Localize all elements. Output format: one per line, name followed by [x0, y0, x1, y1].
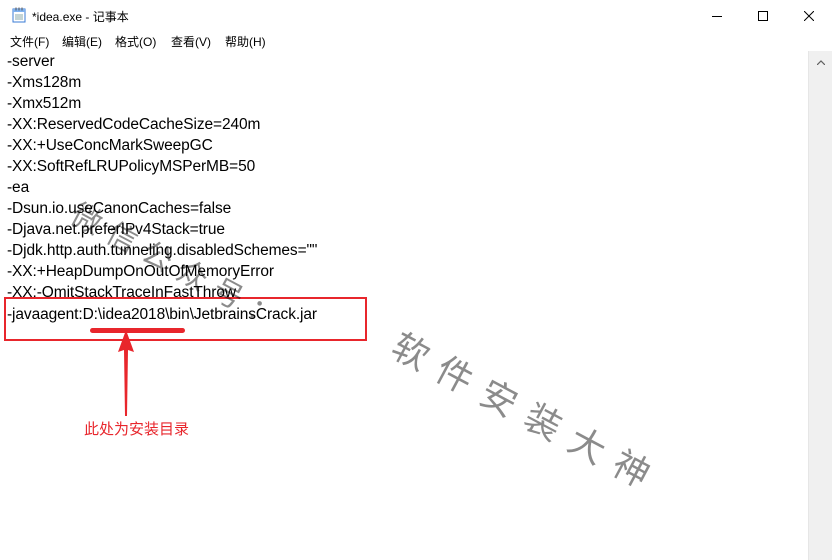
- menu-bar: 文件(F) 编辑(E) 格式(O) 查看(V) 帮助(H): [0, 31, 832, 52]
- maximize-icon: [758, 6, 768, 25]
- path-underline: [90, 328, 185, 333]
- menu-help[interactable]: 帮助(H): [225, 33, 266, 50]
- minimize-button[interactable]: [694, 0, 740, 31]
- text-line: -XX:ReservedCodeCacheSize=240m: [7, 116, 261, 133]
- text-line: -XX:SoftRefLRUPolicyMSPerMB=50: [7, 158, 256, 175]
- text-line: -XX:+UseConcMarkSweepGC: [7, 137, 213, 154]
- menu-edit[interactable]: 编辑(E): [62, 33, 102, 50]
- scroll-up-button[interactable]: [809, 51, 832, 68]
- menu-format[interactable]: 格式(O): [115, 33, 156, 50]
- notepad-icon: [12, 7, 26, 23]
- close-button[interactable]: [786, 0, 832, 31]
- text-line: -Xms128m: [7, 74, 82, 91]
- window-title: *idea.exe - 记事本: [32, 10, 129, 24]
- text-line: -server: [7, 53, 55, 70]
- arrow-up-icon: [116, 330, 136, 420]
- vertical-scrollbar[interactable]: [808, 51, 832, 560]
- close-icon: [803, 6, 815, 25]
- menu-file[interactable]: 文件(F): [10, 33, 49, 50]
- text-line: -Xmx512m: [7, 95, 82, 112]
- annotation-label: 此处为安装目录: [84, 420, 190, 438]
- highlight-box: [4, 297, 367, 341]
- maximize-button[interactable]: [740, 0, 786, 31]
- menu-view[interactable]: 查看(V): [171, 33, 211, 50]
- minimize-icon: [712, 6, 722, 25]
- chevron-up-icon: [816, 50, 826, 69]
- title-bar: *idea.exe - 记事本: [0, 0, 832, 31]
- text-line: -ea: [7, 179, 30, 196]
